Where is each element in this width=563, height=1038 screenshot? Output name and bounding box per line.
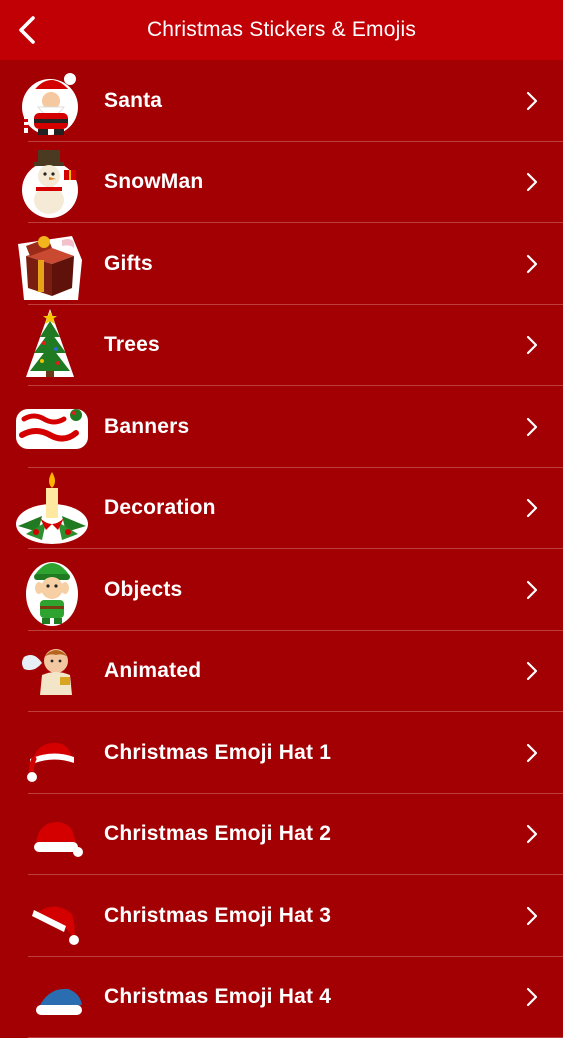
chevron-right-icon	[525, 905, 539, 927]
christmas-tree-icon	[12, 307, 90, 383]
chevron-right-icon	[525, 253, 539, 275]
list-item-gifts[interactable]: Gifts	[0, 223, 563, 305]
list-item-animated[interactable]: Animated	[0, 631, 563, 713]
list-item-label: Christmas Emoji Hat 2	[104, 822, 331, 846]
chevron-right-icon	[525, 497, 539, 519]
chevron-right-icon	[525, 660, 539, 682]
back-button[interactable]	[10, 12, 44, 48]
nav-header: Christmas Stickers & Emojis	[0, 0, 563, 60]
list-item-snowman[interactable]: SnowMan	[0, 142, 563, 224]
category-list: Santa SnowMan	[0, 60, 563, 1038]
list-item-label: Christmas Emoji Hat 3	[104, 904, 331, 928]
list-item-trees[interactable]: Trees	[0, 305, 563, 387]
chevron-right-icon	[525, 579, 539, 601]
chevron-right-icon	[525, 171, 539, 193]
santa-hat-icon	[12, 715, 90, 791]
gift-box-icon	[12, 226, 90, 302]
list-item-label: Decoration	[104, 496, 216, 520]
chevron-right-icon	[525, 334, 539, 356]
chevron-right-icon	[525, 90, 539, 112]
merry-christmas-banner-icon	[12, 389, 90, 465]
list-item-emoji-hat-4[interactable]: Christmas Emoji Hat 4	[0, 957, 563, 1038]
list-item-objects[interactable]: Objects	[0, 549, 563, 631]
candle-decoration-icon	[12, 470, 90, 546]
list-item-santa[interactable]: Santa	[0, 60, 563, 142]
list-item-label: Trees	[104, 333, 160, 357]
santa-hat-icon	[12, 796, 90, 872]
list-item-label: Banners	[104, 415, 189, 439]
list-item-banners[interactable]: Banners	[0, 386, 563, 468]
chevron-left-icon	[16, 15, 38, 45]
list-item-label: Santa	[104, 89, 162, 113]
blue-hat-icon	[12, 959, 90, 1035]
list-item-label: SnowMan	[104, 170, 203, 194]
list-item-decoration[interactable]: Decoration	[0, 468, 563, 550]
list-item-label: Christmas Emoji Hat 4	[104, 985, 331, 1009]
list-item-label: Objects	[104, 578, 182, 602]
chevron-right-icon	[525, 416, 539, 438]
page-title: Christmas Stickers & Emojis	[147, 18, 416, 42]
list-item-emoji-hat-1[interactable]: Christmas Emoji Hat 1	[0, 712, 563, 794]
santa-hat-icon	[12, 878, 90, 954]
list-item-label: Gifts	[104, 252, 153, 276]
angel-icon	[12, 633, 90, 709]
santa-icon	[12, 63, 90, 139]
list-item-emoji-hat-2[interactable]: Christmas Emoji Hat 2	[0, 794, 563, 876]
list-item-label: Christmas Emoji Hat 1	[104, 741, 331, 765]
list-item-emoji-hat-3[interactable]: Christmas Emoji Hat 3	[0, 875, 563, 957]
snowman-icon	[12, 144, 90, 220]
chevron-right-icon	[525, 742, 539, 764]
elf-icon	[12, 552, 90, 628]
chevron-right-icon	[525, 823, 539, 845]
chevron-right-icon	[525, 986, 539, 1008]
list-item-label: Animated	[104, 659, 201, 683]
